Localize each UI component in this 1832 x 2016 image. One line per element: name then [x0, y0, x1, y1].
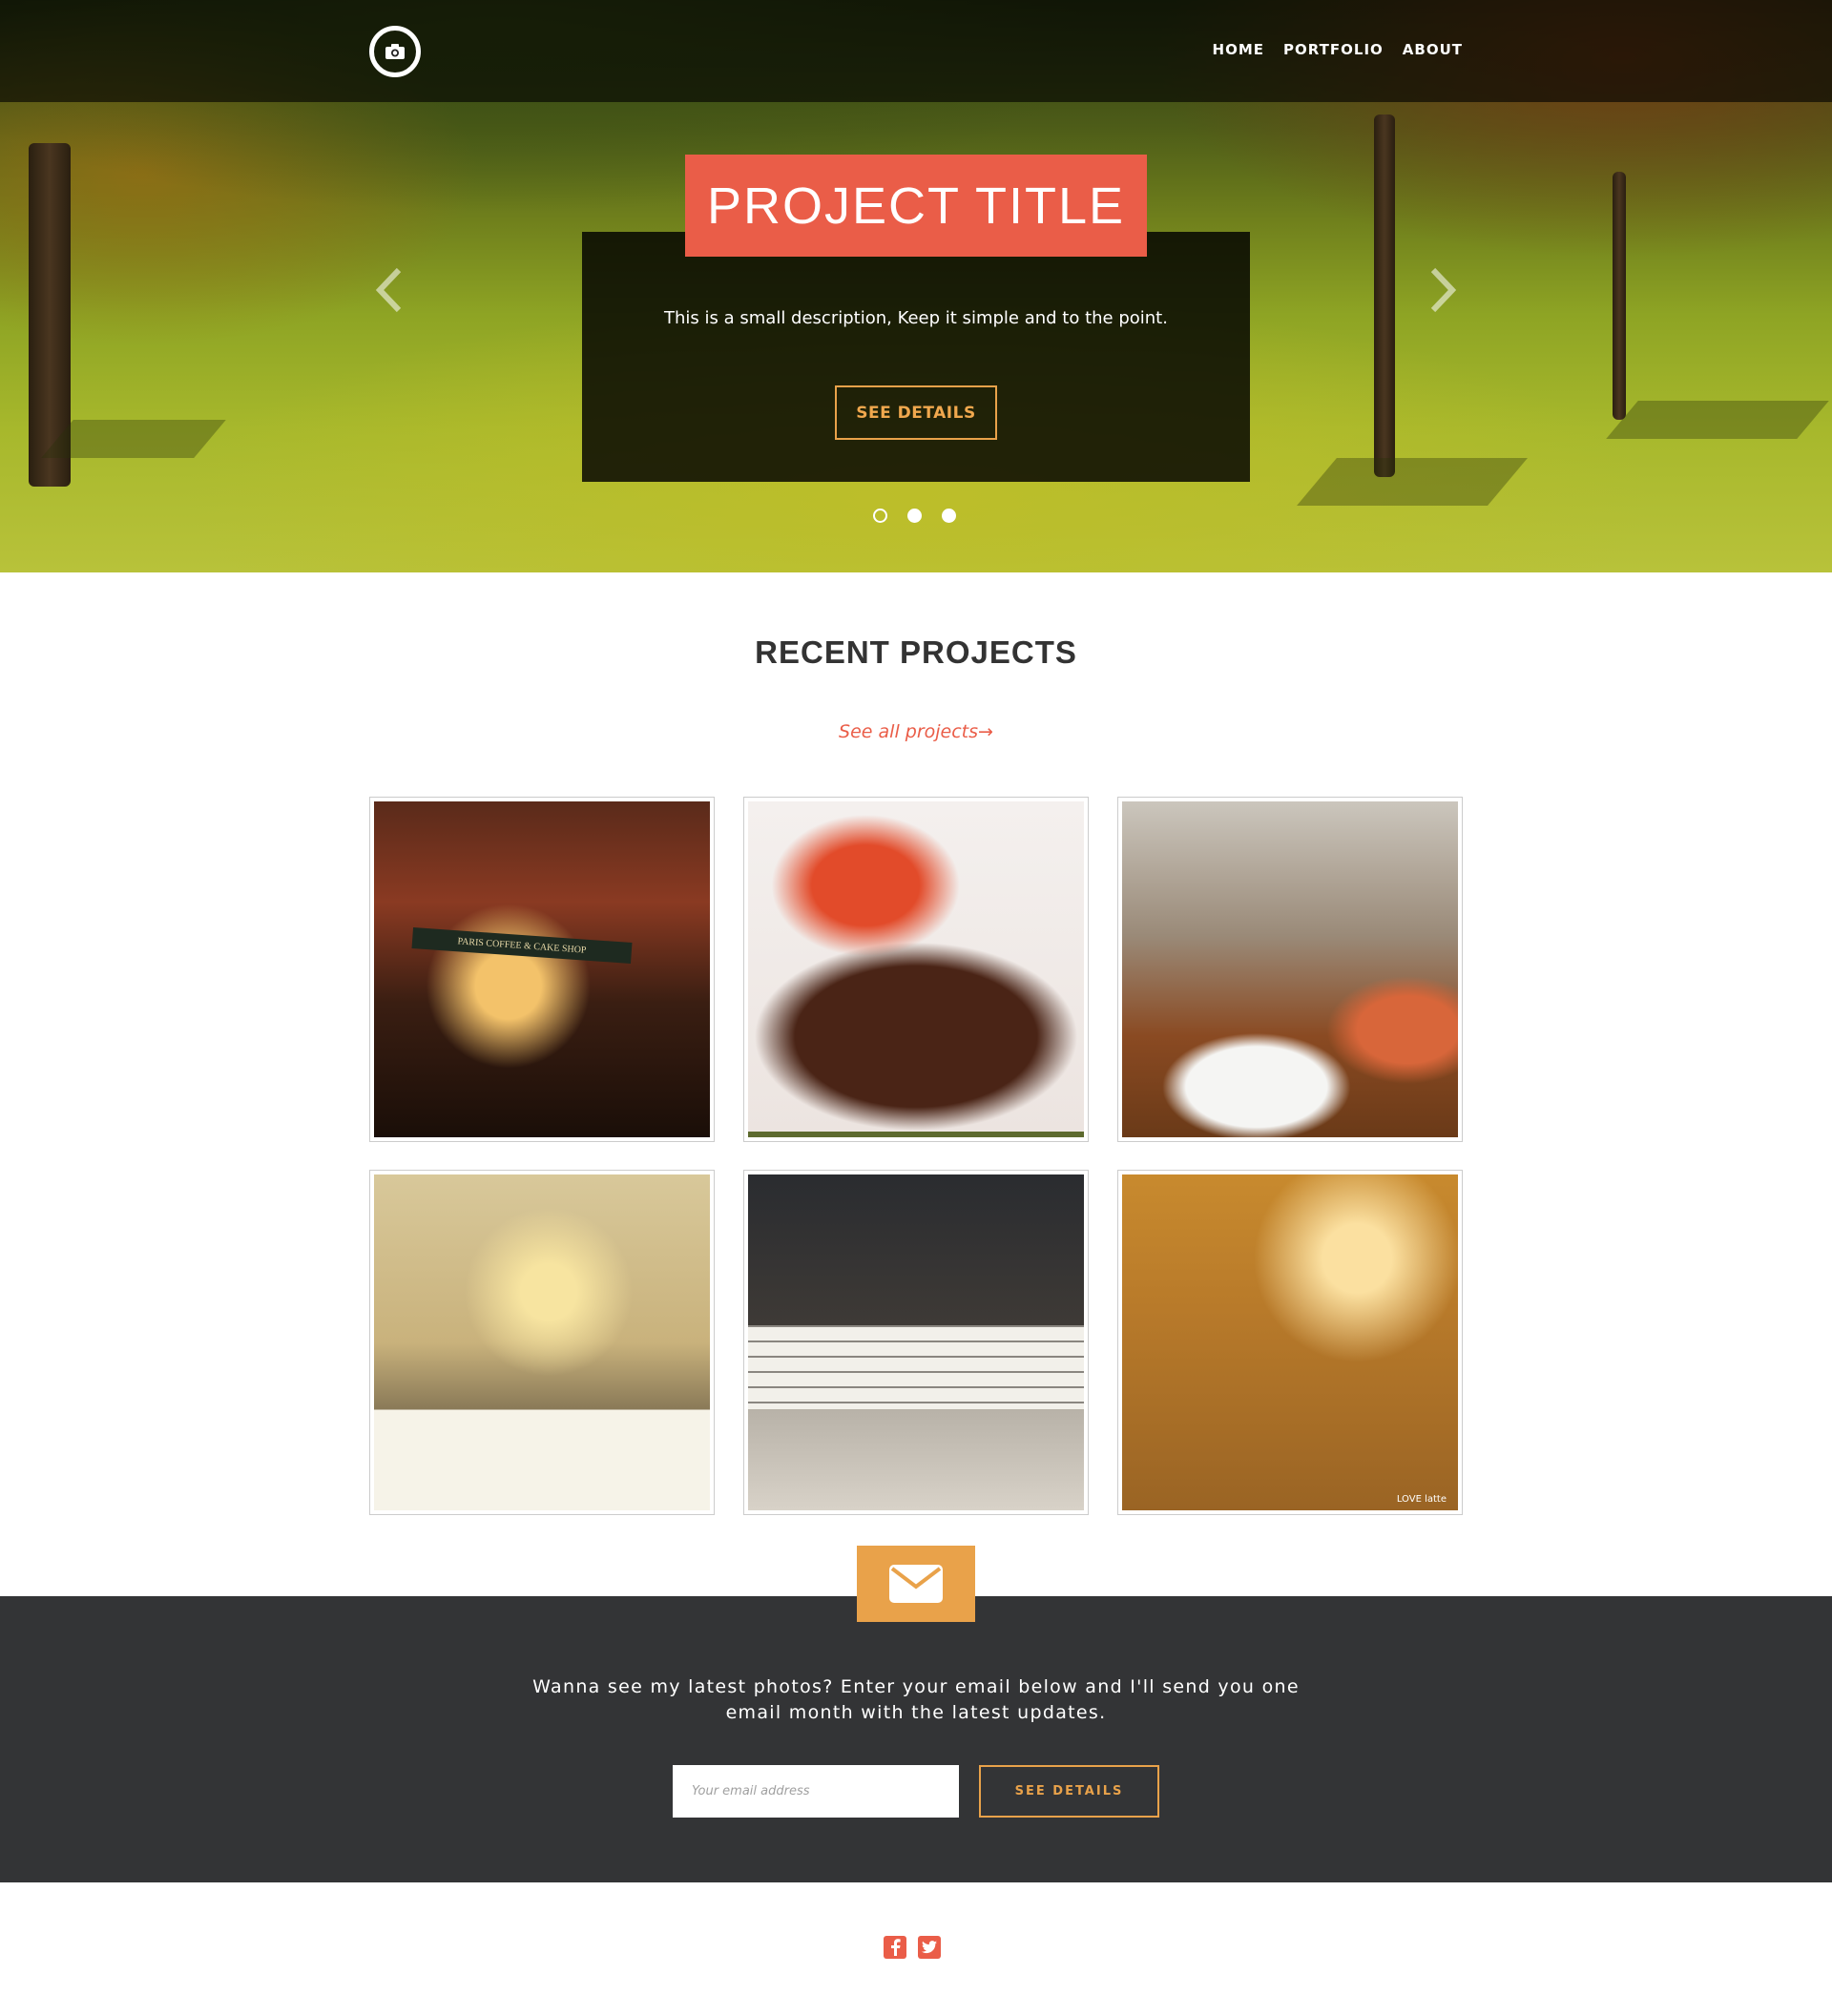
chevron-left-icon	[375, 267, 402, 313]
project-image-cafe-dollhouse: PARIS COFFEE & CAKE SHOP	[374, 801, 710, 1137]
slide-title: PROJECT TITLE	[706, 177, 1126, 235]
next-slide-button[interactable]	[1427, 263, 1460, 317]
hero-shadow	[1297, 458, 1528, 506]
slide-caption-box	[582, 232, 1250, 482]
hero-tree	[1374, 114, 1395, 477]
twitter-icon	[922, 1941, 937, 1954]
projects-grid: PARIS COFFEE & CAKE SHOP LOVE latte	[369, 797, 1463, 1515]
project-thumbnail[interactable]: PARIS COFFEE & CAKE SHOP	[369, 797, 715, 1142]
slide-dot-2[interactable]	[907, 509, 922, 523]
project-image-coffee-shop-window: LOVE latte	[1122, 1174, 1458, 1510]
facebook-link[interactable]	[884, 1936, 906, 1959]
top-navbar: HOME PORTFOLIO ABOUT	[0, 0, 1832, 102]
slide-title-box: PROJECT TITLE	[685, 155, 1147, 257]
dollhouse-sign: PARIS COFFEE & CAKE SHOP	[411, 927, 633, 964]
see-all-projects-link[interactable]: See all projects→	[0, 721, 1832, 742]
plate-rim-accent	[748, 1132, 1084, 1137]
nav-about[interactable]: ABOUT	[1403, 41, 1463, 58]
hero-shadow	[41, 420, 226, 458]
hero-tree	[1613, 172, 1626, 420]
slide-dot-3[interactable]	[942, 509, 956, 523]
window-caption: LOVE latte	[1396, 1494, 1447, 1505]
project-thumbnail[interactable]: LOVE latte	[1117, 1170, 1463, 1515]
twitter-link[interactable]	[918, 1936, 941, 1959]
project-thumbnail[interactable]	[369, 1170, 715, 1515]
slide-indicators	[873, 509, 956, 523]
nav-portfolio[interactable]: PORTFOLIO	[1283, 41, 1384, 58]
project-image-steak-plate	[748, 801, 1084, 1137]
project-thumbnail[interactable]	[743, 797, 1089, 1142]
ceiling	[748, 1174, 1084, 1326]
newsletter-see-details-button[interactable]: SEE DETAILS	[979, 1765, 1159, 1818]
email-field[interactable]	[673, 1765, 959, 1818]
hero-shadow	[1606, 401, 1829, 439]
prev-slide-button[interactable]	[372, 263, 405, 317]
camera-icon	[385, 44, 405, 59]
logo[interactable]	[369, 26, 421, 77]
slide-dot-1[interactable]	[873, 509, 887, 523]
project-image-restaurant-table	[1122, 801, 1458, 1137]
newsletter-badge	[857, 1546, 975, 1622]
newsletter-text: Wanna see my latest photos? Enter your e…	[532, 1676, 1300, 1723]
nav-links: HOME PORTFOLIO ABOUT	[1213, 41, 1463, 58]
nav-home[interactable]: HOME	[1213, 41, 1264, 58]
facebook-icon	[891, 1939, 901, 1956]
see-details-button[interactable]: SEE DETAILS	[835, 385, 997, 440]
project-image-banquet-hall	[374, 1174, 710, 1510]
project-thumbnail[interactable]	[743, 1170, 1089, 1515]
social-links	[884, 1936, 941, 1959]
project-image-cafeteria-interior	[748, 1174, 1084, 1510]
envelope-icon	[889, 1565, 943, 1603]
project-thumbnail[interactable]	[1117, 797, 1463, 1142]
floor	[748, 1409, 1084, 1510]
chevron-right-icon	[1430, 267, 1457, 313]
hero-slider: HOME PORTFOLIO ABOUT PROJECT TITLE This …	[0, 0, 1832, 572]
slide-description: This is a small description, Keep it sim…	[664, 308, 1168, 328]
section-title: RECENT PROJECTS	[755, 634, 1077, 670]
newsletter-section	[0, 1596, 1832, 1882]
